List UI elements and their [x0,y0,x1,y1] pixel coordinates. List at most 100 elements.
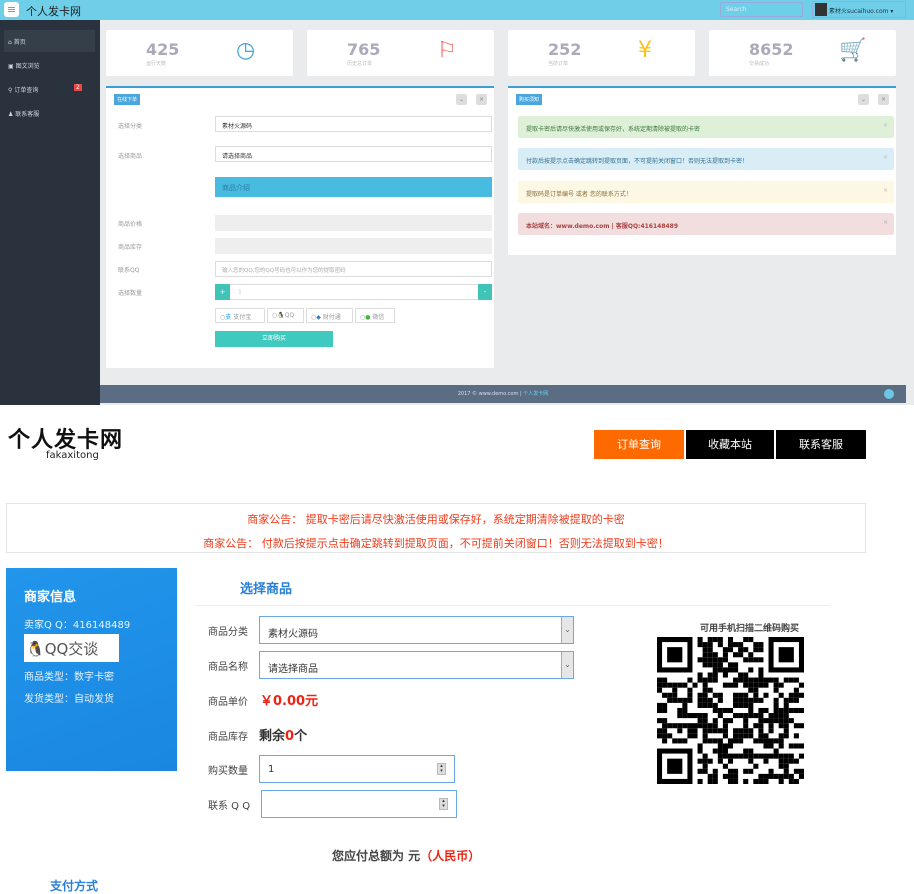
qr-module [748,753,754,759]
menu-icon[interactable]: ≡ [4,2,19,17]
collapse-button[interactable]: ⌄ [858,94,869,105]
close-icon[interactable]: × [883,154,888,161]
qr-module [727,682,734,688]
qr-module [707,778,713,784]
category-select[interactable]: 素材火源码 [215,116,492,132]
product-select[interactable]: 请选择商品 [215,146,492,162]
qr-module [717,713,723,719]
qq-input[interactable]: 输入您的QQ,您的QQ号码也可以作为您的提取密码 [215,261,492,277]
nav-order-query[interactable]: 订单查询 [594,430,684,459]
qr-module [697,672,703,678]
qr-module [773,682,779,688]
contact-qq-input[interactable]: ▴ ▾ [261,790,457,818]
label: 财付通 [322,314,341,321]
close-button[interactable]: × [878,94,889,105]
qr-module [753,647,759,653]
stat-value: 765 [347,40,381,59]
qr-module [788,778,794,784]
qr-module [793,687,799,693]
close-icon[interactable]: × [883,219,888,226]
divider [195,605,830,606]
qr-module [702,763,708,769]
close-icon[interactable]: × [883,187,888,194]
qr-module [773,718,779,724]
spinner-icon[interactable]: ▴ ▾ [439,798,448,810]
sidebar-item-orders[interactable]: ⚲ 订单查询 2 [4,78,95,100]
search-input[interactable]: Search [720,2,803,17]
category-select[interactable]: 素材火源码 ⌄ [259,616,574,644]
qr-module [743,657,749,663]
sidebar: ⌂ 首页 ▣ 图文浏览 ⚲ 订单查询 2 ♟ 联系客服 [0,20,100,405]
footer-link[interactable]: 个人发卡网 [523,391,548,397]
label: 首页 [13,39,26,46]
label: 联系客服 [15,111,40,118]
qr-module [778,753,784,759]
qr-module [687,728,693,734]
buy-button[interactable]: 立即购买 [215,331,333,347]
qr-module [758,647,764,653]
stat-card: 765 历史总订单 ⚐ [307,30,494,76]
product-type: 商品类型：数字卡密 [24,672,114,683]
qr-module [753,763,759,769]
notice-box: 商家公告： 提取卡密后请尽快激活使用或保存好，系统定期清除被提取的卡密 商家公告… [6,503,866,553]
pay-alipay[interactable]: ○支 支付宝 [215,308,265,323]
qr-module [687,687,693,693]
qr-module [687,723,693,729]
minus-button[interactable]: - [478,284,492,300]
qr-module [788,718,794,724]
nav-contact[interactable]: 联系客服 [776,430,866,459]
qr-module [758,642,764,648]
plus-button[interactable]: + [215,284,230,300]
nav-bookmark[interactable]: 收藏本站 [686,430,774,459]
qr-module [783,702,789,708]
qr-module [727,758,734,764]
qr-module [783,707,789,714]
alert-danger: 本站域名：www.demo.com | 客服QQ:416148489 × [518,213,894,235]
label: 支付宝 [233,314,252,321]
close-icon[interactable]: × [883,122,888,129]
qr-module [758,773,764,779]
collapse-button[interactable]: ⌄ [456,94,467,105]
scroll-top-button[interactable] [884,389,894,399]
qr-module [748,657,754,663]
pay-wechat[interactable]: ○● 微信 [355,308,395,323]
pay-qq[interactable]: ○🐧QQ [267,308,304,323]
qr-module [697,748,703,754]
pay-tenpay[interactable]: ○◆ 财付通 [306,308,353,323]
qr-module [748,768,754,774]
qq-chat-button[interactable]: 🐧QQ交谈 [24,634,119,662]
qr-module [712,652,718,658]
qr-module [738,672,744,678]
qr-module [697,758,703,764]
qr-module [717,743,723,749]
qr-module [783,773,789,779]
qr-module [697,637,703,643]
qr-module [682,707,688,714]
quantity-input[interactable]: 1 ▴ ▾ [259,755,455,783]
qr-module [657,718,663,724]
sidebar-item-home[interactable]: ⌂ 首页 [4,30,95,52]
qr-module [672,692,678,698]
close-button[interactable]: × [476,94,487,105]
qr-module [768,728,774,734]
product-intro: 商品介绍 [215,177,492,197]
qr-module [722,763,728,769]
sidebar-item-contact[interactable]: ♟ 联系客服 [4,102,95,124]
user-menu[interactable]: 素材火sucaihuo.com ▾ [812,1,906,18]
qr-module [702,692,708,698]
qr-module [763,733,769,739]
quantity-input[interactable]: 1 [215,284,492,300]
value: 素材火源码 [268,629,318,640]
qr-module [793,697,799,703]
stat-value: 8652 [749,40,794,59]
qr-module [778,773,784,779]
qr-module [702,657,708,663]
spinner-icon[interactable]: ▴ ▾ [437,763,446,775]
qr-module [778,738,784,744]
order-panel: 在线下单 ⌄ × 选择分类 素材火源码 选择商品 请选择商品 商品介绍 商品价格… [106,86,494,368]
qr-module [687,697,693,703]
product-select[interactable]: 请选择商品 ⌄ [259,651,574,679]
qr-module [798,682,804,688]
sidebar-item-gallery[interactable]: ▣ 图文浏览 [4,54,95,76]
qr-module [667,697,673,703]
